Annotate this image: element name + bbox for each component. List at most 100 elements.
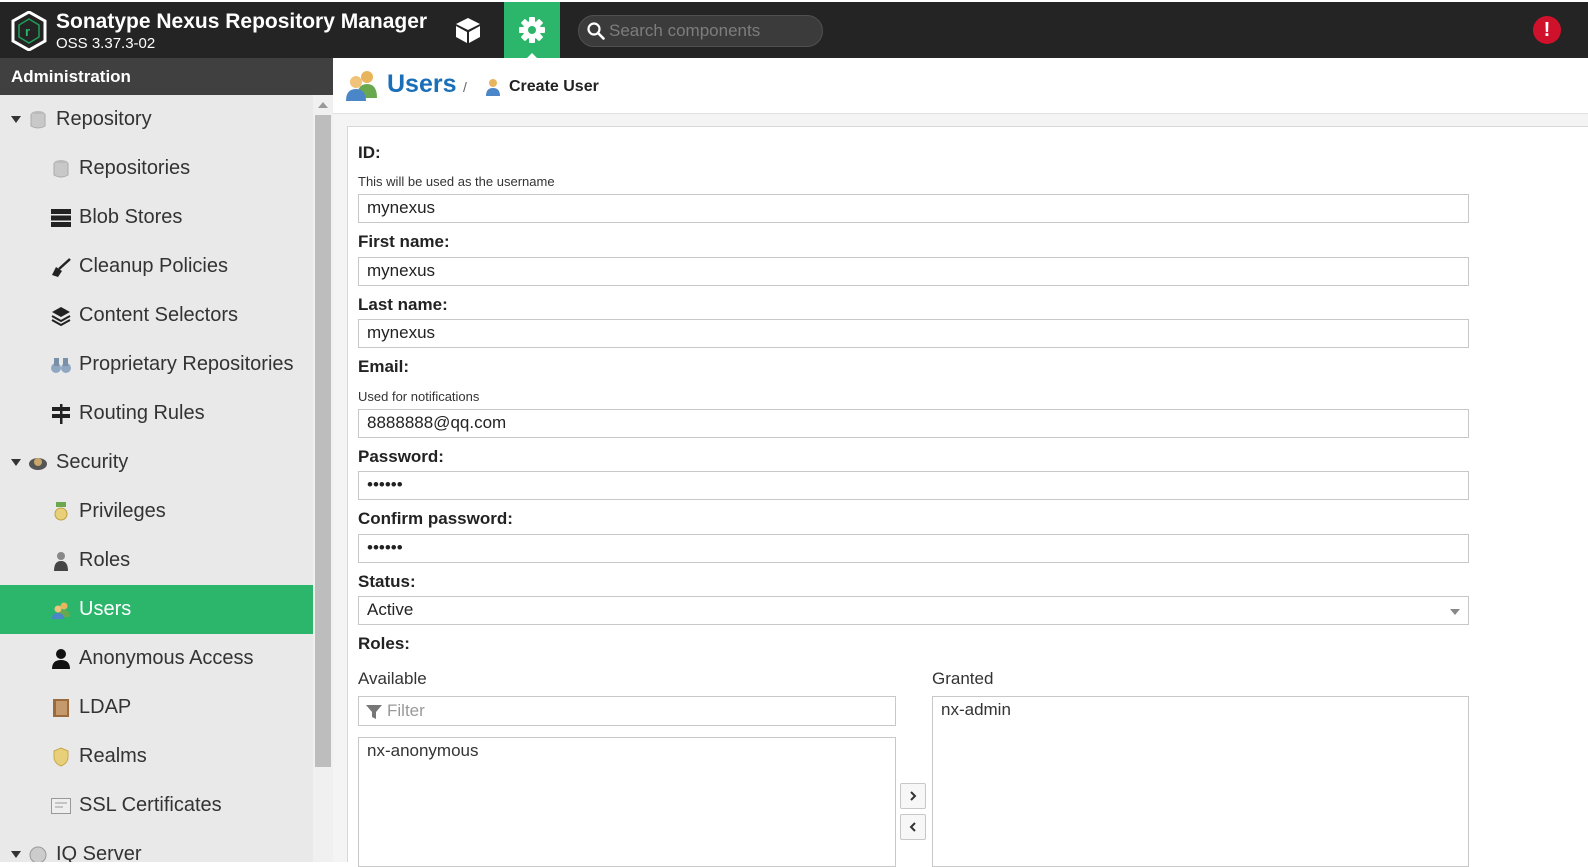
filter-icon [366,705,382,719]
status-label: Status: [358,572,416,591]
chevron-left-icon [909,822,916,832]
sidebar-item-content-selectors[interactable]: Content Selectors [0,291,313,340]
email-help-text: Used for notifications [358,389,480,404]
shield-icon [50,746,72,768]
cube-icon [456,18,480,43]
id-field[interactable]: mynexus [358,194,1469,223]
search-input[interactable] [609,20,814,42]
expand-arrow-icon[interactable] [11,116,21,123]
sidebar-item-label: Privileges [79,500,166,522]
sidebar-item-label: Security [56,451,129,473]
sidebar-item-label: Routing Rules [79,402,205,424]
binoculars-icon [50,354,72,376]
gear-icon [519,17,545,43]
sidebar-item-anonymous-access[interactable]: Anonymous Access [0,634,313,683]
signpost-icon [50,403,72,425]
book-icon [50,697,72,719]
sidebar-item-ldap[interactable]: LDAP [0,683,313,732]
sidebar-item-blob-stores[interactable]: Blob Stores [0,193,313,242]
iq-icon [27,844,49,862]
expand-arrow-icon[interactable] [11,459,21,466]
sidebar-item-roles[interactable]: Roles [0,536,313,585]
confirm-password-label: Confirm password: [358,509,513,528]
sidebar-item-routing-rules[interactable]: Routing Rules [0,389,313,438]
sidebar-item-repository[interactable]: Repository [0,95,313,144]
email-field[interactable]: 8888888@qq.com [358,409,1469,438]
sidebar-item-label: IQ Server [56,843,142,862]
sidebar-item-users[interactable]: Users [0,585,313,634]
security-icon [27,452,49,474]
app-version: OSS 3.37.3-02 [56,35,156,52]
sidebar: Administration Repository Repositories Blo… [0,58,333,862]
medal-icon [50,501,72,523]
confirm-password-field[interactable]: •••••• [358,534,1469,563]
password-label: Password: [358,447,444,466]
sidebar-item-label: SSL Certificates [79,794,222,816]
roles-filter[interactable] [358,696,896,726]
broom-icon [50,256,72,278]
sidebar-item-iq-server[interactable]: IQ Server [0,830,313,862]
sidebar-item-realms[interactable]: Realms [0,732,313,781]
remove-role-button[interactable] [900,814,926,840]
expand-arrow-icon[interactable] [11,851,21,858]
id-label: ID: [358,143,381,162]
sidebar-item-label: Repository [56,108,152,130]
sidebar-item-repositories[interactable]: Repositories [0,144,313,193]
sidebar-item-label: Users [79,598,132,620]
alert-icon[interactable]: ! [1533,16,1561,44]
sidebar-item-label: Anonymous Access [79,647,254,669]
browse-button[interactable] [440,2,496,58]
chevron-right-icon [910,791,917,801]
sidebar-scrollbar[interactable] [313,95,333,862]
breadcrumb-current-page: Create User [509,78,599,95]
search-icon [587,22,605,40]
granted-roles-label: Granted [932,669,994,688]
chevron-down-icon[interactable] [1450,609,1460,615]
password-field[interactable]: •••••• [358,471,1469,500]
role-icon [50,550,72,572]
sidebar-title: Administration [0,58,333,95]
available-roles-list[interactable]: nx-anonymous [358,737,896,867]
layers-icon [50,305,72,327]
roles-label: Roles: [358,634,410,653]
sidebar-item-label: Content Selectors [79,304,238,326]
certificate-icon [50,795,72,817]
top-header: r Sonatype Nexus Repository Manager OSS … [0,0,1588,58]
nexus-logo-icon[interactable]: r [11,11,47,51]
id-help-text: This will be used as the username [358,174,555,189]
database-icon [27,109,49,131]
roles-filter-input[interactable] [387,701,887,721]
sidebar-item-proprietary-repositories[interactable]: Proprietary Repositories [0,340,313,389]
sidebar-item-label: Roles [79,549,131,571]
administration-button[interactable] [504,2,560,58]
sidebar-item-privileges[interactable]: Privileges [0,487,313,536]
sidebar-item-ssl-certificates[interactable]: SSL Certificates [0,781,313,830]
status-select[interactable]: Active [358,596,1469,625]
sidebar-item-label: Realms [79,745,147,767]
status-select-value: Active [367,600,414,619]
granted-roles-list[interactable]: nx-admin [932,696,1469,867]
server-icon [50,207,72,229]
last-name-label: Last name: [358,295,448,314]
add-role-button[interactable] [900,783,926,809]
email-label: Email: [358,357,410,376]
sidebar-item-cleanup-policies[interactable]: Cleanup Policies [0,242,313,291]
sidebar-item-label: LDAP [79,696,132,718]
breadcrumb-users-link[interactable]: Users [387,70,457,99]
search-box[interactable] [578,15,823,47]
last-name-field[interactable]: mynexus [358,319,1469,348]
breadcrumb-separator: / [463,79,467,95]
sidebar-item-security[interactable]: Security [0,438,313,487]
main-content: Users / Create User ID: This will be use… [333,58,1588,867]
user-icon [50,648,72,670]
sidebar-nav: Repository Repositories Blob Stores Cleanup… [0,95,313,862]
list-item[interactable]: nx-admin [941,700,1011,720]
first-name-field[interactable]: mynexus [358,257,1469,286]
available-roles-label: Available [358,669,427,688]
list-item[interactable]: nx-anonymous [367,741,479,761]
sidebar-item-label: Proprietary Repositories [79,353,294,375]
breadcrumb: Users / Create User [333,58,1588,114]
scroll-up-arrow[interactable] [318,102,328,108]
first-name-label: First name: [358,232,450,251]
scroll-thumb[interactable] [315,115,331,767]
